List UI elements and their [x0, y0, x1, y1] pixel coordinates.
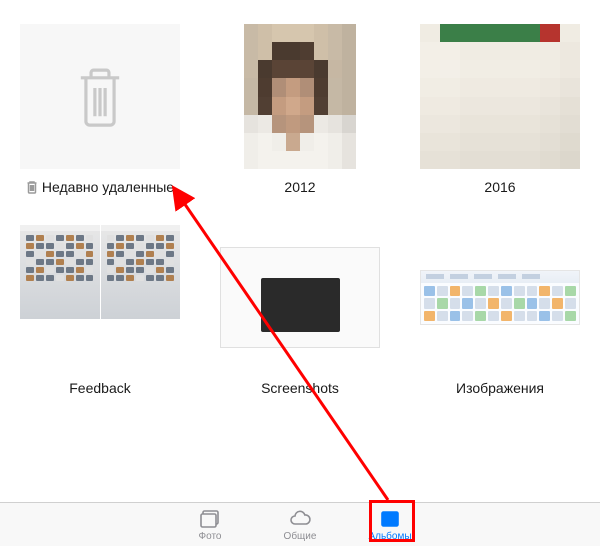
trash-small-icon: [26, 180, 38, 194]
album-images[interactable]: Изображения: [410, 225, 590, 396]
album-thumb: [220, 24, 380, 169]
album-thumb: [20, 24, 180, 169]
cloud-icon: [288, 508, 312, 530]
album-screenshots[interactable]: Screenshots: [210, 225, 390, 396]
album-label: Screenshots: [261, 380, 339, 396]
album-2012[interactable]: 2012: [210, 24, 390, 195]
album-label-row: Недавно удаленные: [26, 179, 174, 195]
album-thumb: [220, 225, 380, 370]
album-recently-deleted[interactable]: Недавно удаленные: [10, 24, 190, 195]
tab-label: Альбомы: [368, 531, 411, 542]
album-label: Feedback: [69, 380, 130, 396]
tab-albums[interactable]: Альбомы: [345, 503, 435, 546]
album-label-row: Screenshots: [261, 380, 339, 396]
ribbon-ui: [420, 270, 580, 325]
pixelated-photo: [244, 24, 356, 169]
tab-label: Фото: [199, 531, 222, 542]
album-feedback[interactable]: Feedback: [10, 225, 190, 396]
albums-grid: Недавно удаленные 2012: [0, 0, 600, 396]
tab-label: Общие: [284, 531, 317, 542]
album-thumb: [20, 225, 180, 370]
album-2016[interactable]: 2016: [410, 24, 590, 195]
pixelated-photo: [420, 24, 580, 169]
album-label: Изображения: [456, 380, 544, 396]
bottom-tabbar: Фото Общие Альбомы: [0, 502, 600, 546]
album-label: 2012: [284, 179, 315, 195]
album-label-row: 2016: [484, 179, 515, 195]
screenshot-window: [220, 247, 380, 349]
album-label: 2016: [484, 179, 515, 195]
album-label-row: Feedback: [69, 380, 130, 396]
tab-photos[interactable]: Фото: [165, 503, 255, 546]
desktop-screenshot: [20, 225, 180, 319]
album-thumb: [420, 225, 580, 370]
albums-icon: [378, 508, 402, 530]
album-label-row: Изображения: [456, 380, 544, 396]
trash-icon: [74, 65, 126, 129]
photos-stack-icon: [198, 508, 222, 530]
album-label-row: 2012: [284, 179, 315, 195]
album-thumb: [420, 24, 580, 169]
album-label: Недавно удаленные: [42, 179, 174, 195]
tab-shared[interactable]: Общие: [255, 503, 345, 546]
